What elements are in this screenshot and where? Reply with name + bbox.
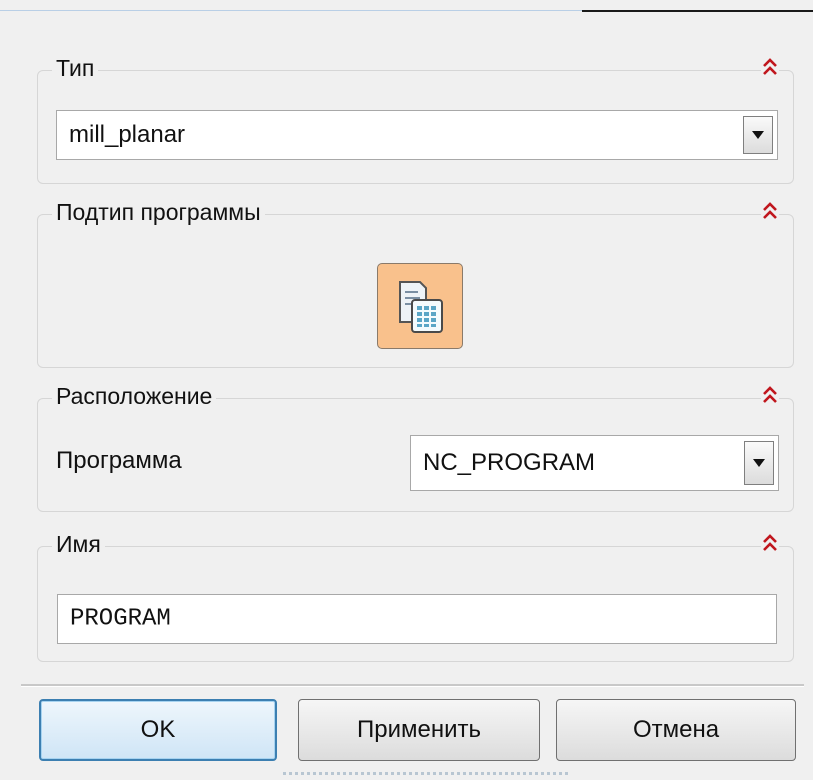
top-edge-left bbox=[0, 10, 582, 11]
collapse-chevron-icon[interactable] bbox=[761, 533, 779, 555]
subtype-group-title: Подтип программы bbox=[52, 197, 265, 227]
name-group-title: Имя bbox=[52, 529, 105, 559]
program-label: Программа bbox=[56, 447, 182, 474]
program-subtype-button[interactable] bbox=[377, 263, 463, 349]
collapse-chevron-icon[interactable] bbox=[761, 57, 779, 79]
name-input-value: PROGRAM bbox=[70, 605, 171, 633]
name-group: Имя PROGRAM bbox=[37, 529, 794, 662]
apply-button[interactable]: Применить bbox=[298, 699, 540, 761]
top-edge bbox=[0, 10, 813, 12]
subtype-group: Подтип программы bbox=[37, 197, 794, 368]
ok-button[interactable]: OK bbox=[39, 699, 277, 761]
button-divider bbox=[21, 684, 804, 687]
cancel-button[interactable]: Отмена bbox=[556, 699, 796, 761]
type-group-title: Тип bbox=[52, 53, 99, 83]
program-subtype-icon bbox=[399, 281, 443, 333]
bottom-resize-edge bbox=[283, 772, 571, 775]
top-edge-right bbox=[582, 10, 813, 12]
collapse-chevron-icon[interactable] bbox=[761, 201, 779, 223]
location-group-title: Расположение bbox=[52, 381, 217, 411]
name-input[interactable]: PROGRAM bbox=[57, 594, 777, 644]
type-group: Тип mill_planar bbox=[37, 53, 794, 184]
location-group: Расположение Программа NC_PROGRAM bbox=[37, 381, 794, 512]
chevron-down-icon[interactable] bbox=[744, 441, 774, 485]
type-select-value: mill_planar bbox=[69, 121, 186, 148]
collapse-chevron-icon[interactable] bbox=[761, 385, 779, 407]
program-select-value: NC_PROGRAM bbox=[423, 449, 596, 476]
chevron-down-icon[interactable] bbox=[743, 116, 773, 154]
type-select[interactable]: mill_planar bbox=[56, 110, 778, 160]
program-select[interactable]: NC_PROGRAM bbox=[410, 435, 779, 491]
